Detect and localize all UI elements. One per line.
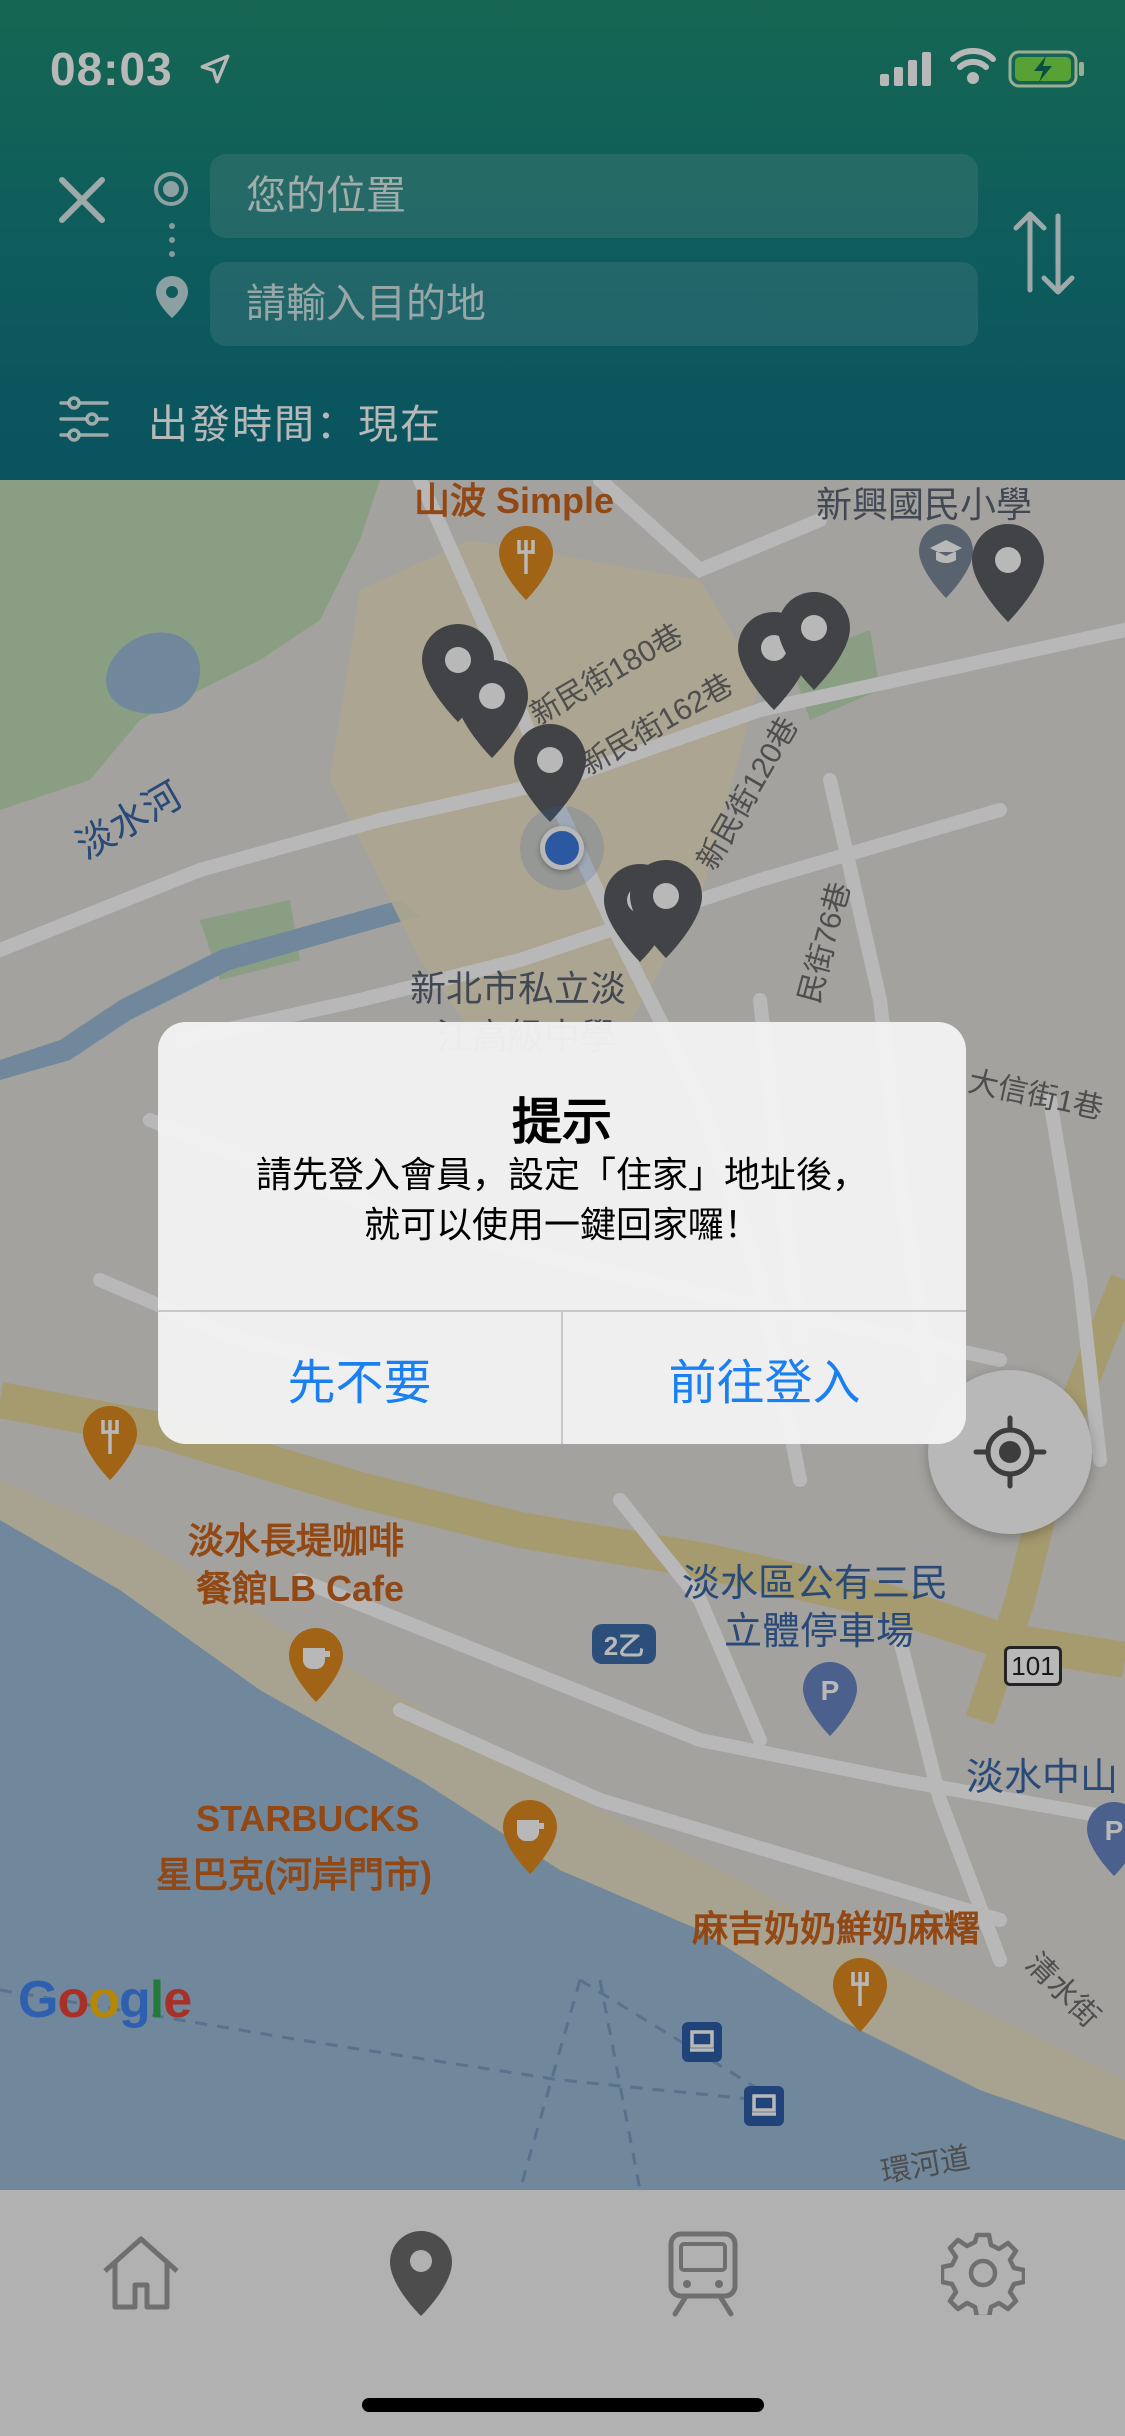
cafe-pin-icon[interactable] [286, 1626, 346, 1706]
go-login-button[interactable]: 前往登入 [563, 1312, 966, 1444]
route-shield: 2乙 [592, 1624, 656, 1664]
battery-charging-icon [1008, 50, 1084, 88]
station-pin-icon[interactable] [968, 520, 1048, 630]
alert-title: 提示 [512, 1094, 612, 1150]
tab-train[interactable] [648, 2218, 758, 2328]
map-label: 淡水區公有三民 [682, 1563, 949, 1605]
destination-input[interactable]: 請輸入目的地 [210, 262, 978, 346]
map-label: 淡水長堤咖啡 [188, 1520, 405, 1561]
map-label: STARBUCKS [196, 1798, 420, 1839]
alert-message-line: 請先登入會員，設定「住家」地址後， [255, 1154, 868, 1195]
origin-dot-icon [154, 172, 188, 206]
tab-map[interactable] [366, 2218, 476, 2328]
map-label: 星巴克(河岸門市) [156, 1854, 432, 1895]
origin-input[interactable]: 您的位置 [210, 154, 978, 238]
google-logo: Google [18, 1971, 192, 2029]
station-pin-icon[interactable] [626, 856, 706, 966]
status-time: 08:03 [50, 43, 173, 95]
station-pin-icon[interactable] [774, 588, 854, 698]
tab-settings[interactable] [928, 2218, 1038, 2328]
swap-direction-icon[interactable] [1012, 208, 1076, 298]
wifi-icon [950, 48, 996, 84]
cancel-button[interactable]: 先不要 [158, 1312, 561, 1444]
svg-text:P: P [1105, 1815, 1124, 1846]
departure-time-selector[interactable]: 出發時間：現在 [148, 392, 442, 450]
map-label: 立體停車場 [724, 1611, 915, 1653]
filter-settings-icon[interactable] [58, 396, 110, 442]
restaurant-pin-icon[interactable] [830, 1956, 890, 2036]
restaurant-pin-icon[interactable] [496, 524, 556, 604]
cafe-pin-icon[interactable] [500, 1798, 560, 1878]
gear-icon [941, 2232, 1025, 2315]
login-prompt-alert: 提示 請先登入會員，設定「住家」地址後， 就可以使用一鍵回家囉！ 先不要 前往登… [158, 1022, 966, 1444]
alert-message: 請先登入會員，設定「住家」地址後， 就可以使用一鍵回家囉！ [158, 1150, 966, 1250]
cellular-signal-icon [880, 52, 931, 86]
route-search-header: 08:03 您的位置 請輸入目的地 出發時間：現在 [0, 0, 1125, 480]
map-label: 麻吉奶奶鮮奶麻糬 [692, 1908, 981, 1949]
map-label: 餐館LB Cafe [196, 1568, 405, 1609]
restaurant-pin-icon[interactable] [80, 1404, 140, 1484]
svg-text:P: P [821, 1675, 840, 1706]
school-pin-icon[interactable] [916, 522, 976, 602]
route-dots-icon [169, 223, 175, 257]
tab-home[interactable] [86, 2218, 196, 2328]
user-location-dot [540, 826, 584, 870]
ferry-station-icon[interactable] [680, 2020, 724, 2064]
location-arrow-icon [200, 54, 230, 84]
close-icon[interactable] [52, 170, 112, 230]
train-icon [668, 2231, 738, 2317]
map-label: 新北市私立淡 [410, 968, 627, 1009]
parking-pin-icon[interactable]: P [1084, 1800, 1125, 1880]
crosshair-icon [973, 1415, 1047, 1489]
route-shield: 101 [1004, 1646, 1062, 1686]
map-pin-icon [390, 2231, 452, 2316]
ferry-station-icon[interactable] [742, 2084, 786, 2128]
home-indicator[interactable] [362, 2398, 764, 2412]
destination-pin-icon [156, 276, 188, 318]
map-label: 淡水中山 [966, 1757, 1119, 1799]
home-icon [103, 2236, 179, 2310]
map-label: 山波 Simple [414, 480, 615, 521]
parking-pin-icon[interactable]: P [800, 1660, 860, 1740]
alert-message-line: 就可以使用一鍵回家囉！ [363, 1204, 760, 1245]
